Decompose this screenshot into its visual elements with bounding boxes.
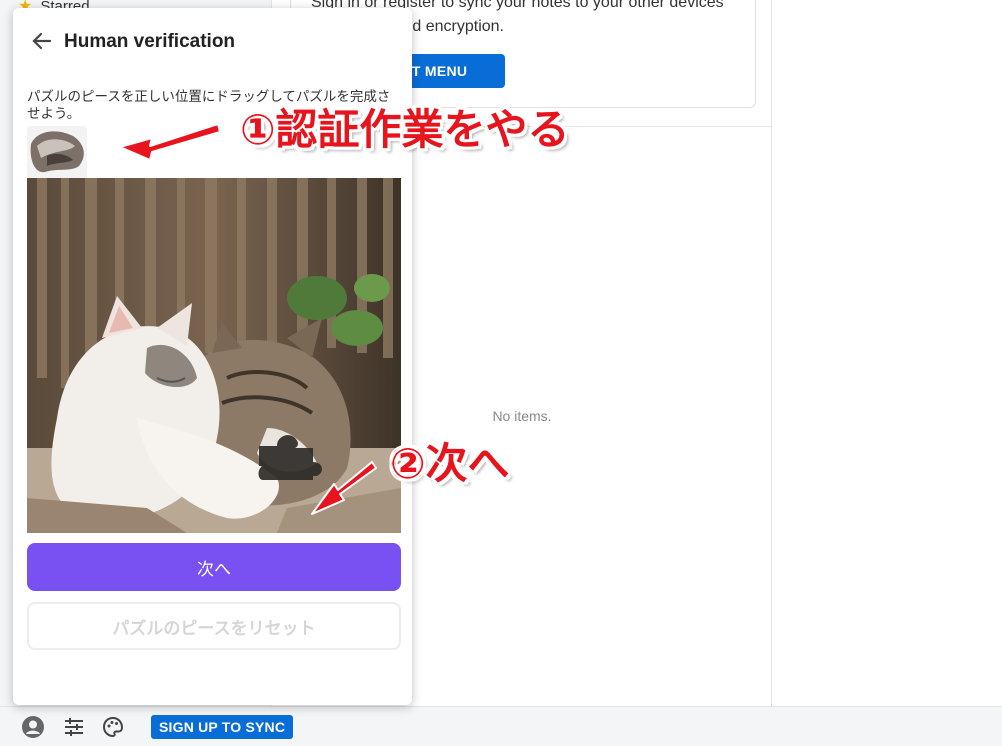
palette-icon[interactable]: [101, 715, 125, 739]
sliders-icon[interactable]: [62, 715, 86, 739]
avatar-icon[interactable]: [21, 715, 45, 739]
dialog-title: Human verification: [64, 31, 236, 52]
annotation-step-1: ①認証作業をやる: [240, 105, 570, 154]
puzzle-image[interactable]: [27, 178, 401, 533]
annotation-step-2: ②次へ: [390, 439, 510, 488]
sign-up-to-sync-button[interactable]: SIGN UP TO SYNC: [151, 715, 294, 739]
next-button[interactable]: 次へ: [27, 543, 401, 591]
back-arrow-icon[interactable]: [31, 30, 53, 52]
footer-bar: SIGN UP TO SYNC: [0, 706, 1002, 746]
editor-pane: [773, 0, 1002, 706]
reset-puzzle-button[interactable]: パズルのピースをリセット: [27, 602, 401, 650]
